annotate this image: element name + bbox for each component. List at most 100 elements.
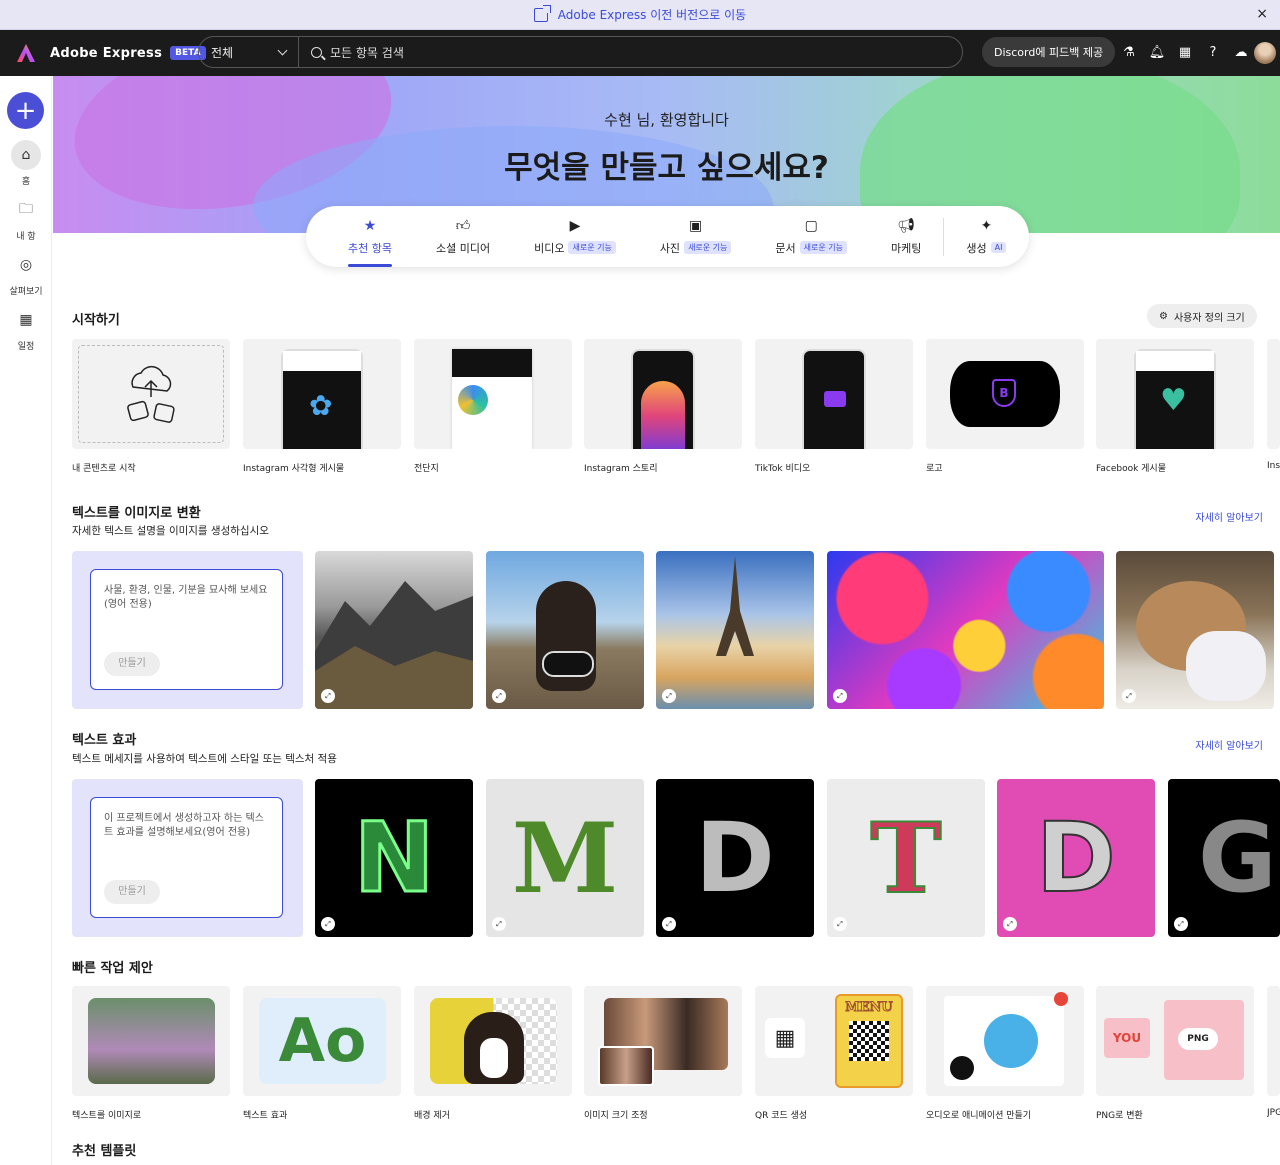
start-card-instagram-story[interactable] [584, 339, 742, 449]
quick-action-animate-audio[interactable] [926, 986, 1084, 1096]
logo-preview: B [950, 361, 1060, 427]
flask-icon[interactable]: ⚗ [1120, 43, 1138, 61]
app-name[interactable]: Adobe Express [50, 46, 162, 61]
effect-sample-chain-d[interactable]: D ⤢ [997, 779, 1155, 937]
nav-schedule[interactable]: ▦ 일정 [0, 305, 52, 352]
tab-generate-ai[interactable]: ✦ 생성 AI [944, 206, 1028, 267]
section-subtitle: 자세한 텍스트 설명을 이미지를 생성하십시오 [72, 525, 269, 537]
quick-action-qr-code[interactable]: ▦ MENU [755, 986, 913, 1096]
dog-chest [480, 1038, 508, 1078]
quick-action-text-effects[interactable]: Ao [243, 986, 401, 1096]
upload-cloud-icon [78, 345, 224, 443]
effect-sample-beads-d[interactable]: D ⤢ [656, 779, 814, 937]
expand-icon[interactable]: ⤢ [321, 917, 335, 931]
effect-sample-neon-n[interactable]: N ⤢ [315, 779, 473, 937]
sample-image-bear[interactable]: ⤢ [1116, 551, 1274, 709]
make-button[interactable]: 만들기 [104, 880, 160, 904]
instagram-preview: ✿ [281, 349, 363, 449]
help-icon[interactable]: ? [1204, 43, 1222, 61]
card-label: 이미지 크기 조정 [584, 1111, 648, 1121]
card-label: Facebook 게시물 [1096, 464, 1166, 474]
heart-icon [1054, 992, 1068, 1006]
mic-icon [950, 1056, 974, 1080]
nav-home[interactable]: ⌂ 홈 [0, 140, 52, 187]
top-banner[interactable]: Adobe Express 이전 버전으로 이동 × [0, 0, 1280, 30]
quick-action-text-to-image[interactable] [72, 986, 230, 1096]
make-button[interactable]: 만들기 [104, 652, 160, 676]
card-label: PNG로 변환 [1096, 1111, 1143, 1121]
effect-sample-glitch-g[interactable]: G ⤢ [1168, 779, 1280, 937]
close-icon[interactable]: × [1256, 6, 1268, 22]
search-input[interactable]: 모든 항목 검색 [299, 44, 404, 61]
search-scope-select[interactable]: 전체 [199, 37, 299, 67]
start-card-flyer[interactable] [414, 339, 572, 449]
document-icon: ▢ [804, 217, 818, 234]
tab-photo[interactable]: ▣ 사진 새로운 기능 [638, 206, 754, 267]
card-label: Instagram 사각형 게시물 [243, 464, 345, 474]
quick-action-remove-background[interactable] [414, 986, 572, 1096]
tab-document[interactable]: ▢ 문서 새로운 기능 [753, 206, 869, 267]
expand-icon[interactable]: ⤢ [321, 689, 335, 703]
folder-icon: 🗀 [19, 201, 33, 217]
hero-title: 무엇을 만들고 싶으세요? [504, 150, 829, 186]
tab-label: 생성 [966, 241, 987, 255]
start-card-logo[interactable]: B [926, 339, 1084, 449]
discord-feedback-button[interactable]: Discord에 피드백 제공 [982, 37, 1116, 67]
create-plus-button[interactable]: + [7, 92, 44, 129]
external-link-icon [533, 4, 551, 22]
expand-icon[interactable]: ⤢ [833, 917, 847, 931]
expand-icon[interactable]: ⤢ [1174, 917, 1188, 931]
quick-action-art [430, 998, 557, 1084]
start-card-my-content[interactable] [72, 339, 230, 449]
quick-action-partial[interactable] [1267, 986, 1280, 1096]
custom-size-button[interactable]: ⚙ 사용자 정의 크기 [1147, 304, 1257, 328]
effect-sample-moss-m[interactable]: M ⤢ [486, 779, 644, 937]
nav-my-projects[interactable]: 🗀 내 항 [0, 195, 52, 242]
prompt-input[interactable]: 이 프로젝트에서 생성하고자 하는 텍스트 효과를 설명해보세요(영어 전용) … [90, 797, 283, 918]
sample-image-eiffel[interactable]: ⤢ [656, 551, 814, 709]
bell-icon[interactable]: 🔔︎ [1148, 43, 1166, 61]
tab-social[interactable]: 👍︎ 소셜 미디어 [414, 206, 512, 267]
image-icon: ▣ [688, 217, 703, 234]
sample-image-abstract-balls[interactable]: ⤢ [827, 551, 1104, 709]
star-icon: ✿ [309, 389, 333, 422]
apps-grid-icon[interactable]: ▦ [1176, 43, 1194, 61]
section-title-text-effects: 텍스트 효과 [72, 733, 137, 748]
banner-link[interactable]: Adobe Express 이전 버전으로 이동 [558, 6, 746, 23]
avatar[interactable] [1254, 42, 1276, 64]
quick-action-convert-png[interactable]: YOU PNG [1096, 986, 1254, 1096]
sample-image-mountains[interactable]: ⤢ [315, 551, 473, 709]
expand-icon[interactable]: ⤢ [1003, 917, 1017, 931]
phone-header [1136, 351, 1214, 371]
effect-letter: D [1035, 801, 1117, 915]
sample-image-dog-guitar[interactable]: ⤢ [486, 551, 644, 709]
expand-icon[interactable]: ⤢ [492, 917, 506, 931]
card-label: Instagram 스토리 [584, 464, 658, 474]
nav-explore[interactable]: ◎ 살펴보기 [0, 250, 52, 297]
learn-more-link[interactable]: 자세히 알아보기 [1195, 509, 1263, 524]
start-card-partial[interactable] [1267, 339, 1280, 449]
quick-action-resize-image[interactable] [584, 986, 742, 1096]
you-thumb: YOU [1104, 1018, 1150, 1058]
expand-icon[interactable]: ⤢ [662, 917, 676, 931]
expand-icon[interactable]: ⤢ [1122, 689, 1136, 703]
prompt-input[interactable]: 사물, 환경, 인물, 기분을 묘사해 보세요(영어 전용) 만들기 [90, 569, 283, 690]
menu-title: MENU [845, 1000, 894, 1016]
nav-my-projects-label: 내 항 [16, 232, 36, 242]
tab-recommended[interactable]: ★ 추천 항목 [326, 206, 414, 267]
play-icon: ▶ [569, 217, 581, 234]
adobe-express-logo-icon[interactable] [16, 43, 36, 63]
expand-icon[interactable]: ⤢ [492, 689, 506, 703]
start-card-tiktok[interactable] [755, 339, 913, 449]
effect-sample-floral-t[interactable]: T ⤢ [827, 779, 985, 937]
learn-more-link[interactable]: 자세히 알아보기 [1195, 737, 1263, 752]
tab-marketing[interactable]: 📢︎ 마케팅 [869, 206, 943, 267]
expand-icon[interactable]: ⤢ [662, 689, 676, 703]
creative-cloud-icon[interactable]: ☁ [1232, 43, 1250, 61]
card-label: 내 콘텐츠로 시작 [72, 464, 136, 474]
search-bar[interactable]: 전체 모든 항목 검색 [198, 36, 963, 68]
expand-icon[interactable]: ⤢ [833, 689, 847, 703]
tab-video[interactable]: ▶ 비디오 새로운 기능 [512, 206, 638, 267]
start-card-instagram-square[interactable]: ✿ [243, 339, 401, 449]
start-card-facebook[interactable]: ♥ [1096, 339, 1254, 449]
